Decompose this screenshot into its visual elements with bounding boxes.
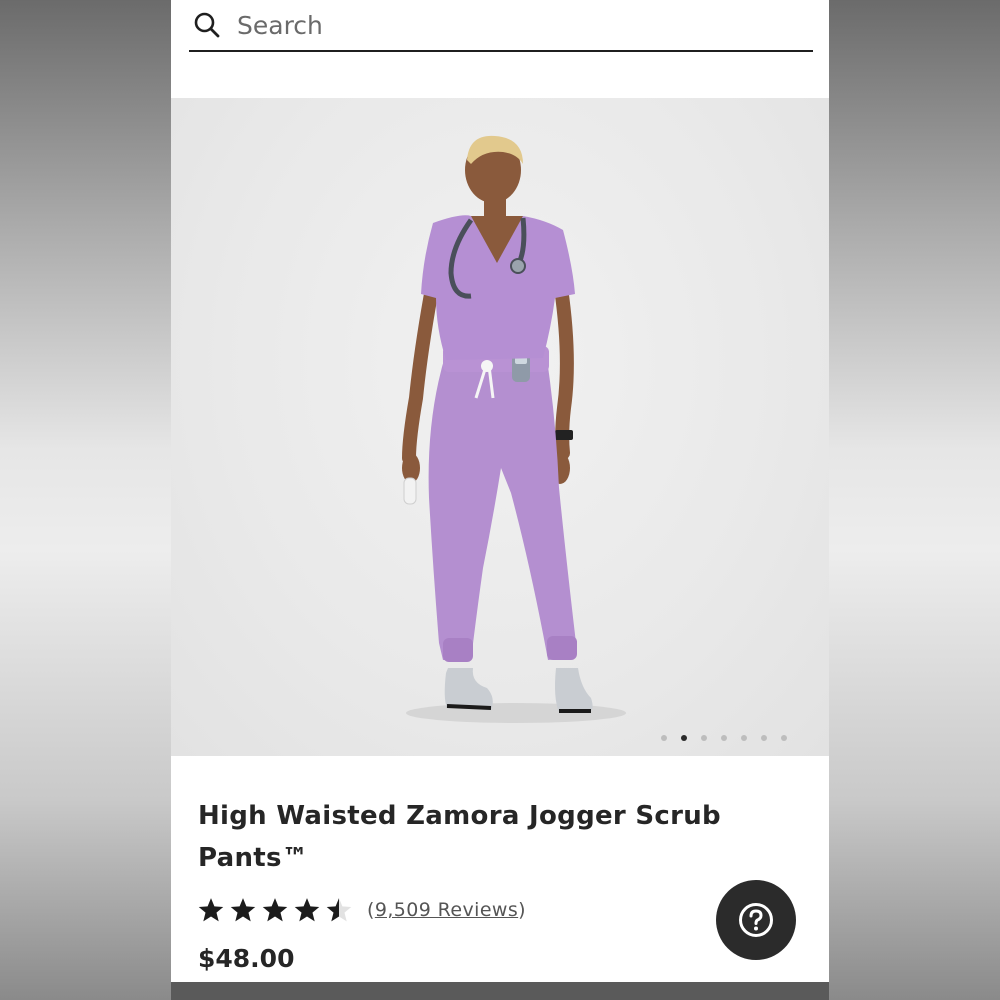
reviews-suffix: ) [518, 899, 526, 921]
search-bar[interactable] [189, 0, 813, 52]
product-image [402, 135, 626, 723]
star-half-icon [326, 898, 352, 922]
help-button[interactable] [716, 880, 796, 960]
bottom-bar [171, 982, 829, 1000]
search-input[interactable] [235, 9, 759, 41]
carousel-dot[interactable] [661, 735, 667, 741]
carousel-dot[interactable] [781, 735, 787, 741]
carousel-pagination[interactable] [661, 735, 787, 741]
product-price: $48.00 [198, 944, 295, 973]
question-icon [739, 903, 773, 937]
reviews-link[interactable]: (9,509 Reviews) [367, 899, 526, 921]
star-full-icon [230, 898, 256, 922]
carousel-dot[interactable] [761, 735, 767, 741]
star-full-icon [198, 898, 224, 922]
star-rating [197, 896, 353, 924]
reviews-count[interactable]: 9,509 Reviews [375, 899, 518, 921]
product-title: High Waisted Zamora Jogger Scrub Pants™ [198, 801, 721, 873]
carousel-dot-active[interactable] [681, 735, 687, 741]
product-image-carousel[interactable] [171, 98, 829, 756]
carousel-dot[interactable] [741, 735, 747, 741]
carousel-dot[interactable] [701, 735, 707, 741]
search-icon[interactable] [193, 10, 223, 40]
rating-row: (9,509 Reviews) [197, 890, 526, 930]
carousel-dot[interactable] [721, 735, 727, 741]
reviews-prefix: ( [367, 899, 375, 921]
phone-screen: High Waisted Zamora Jogger Scrub Pants™ [171, 0, 829, 1000]
star-full-icon [294, 898, 320, 922]
star-full-icon [262, 898, 288, 922]
